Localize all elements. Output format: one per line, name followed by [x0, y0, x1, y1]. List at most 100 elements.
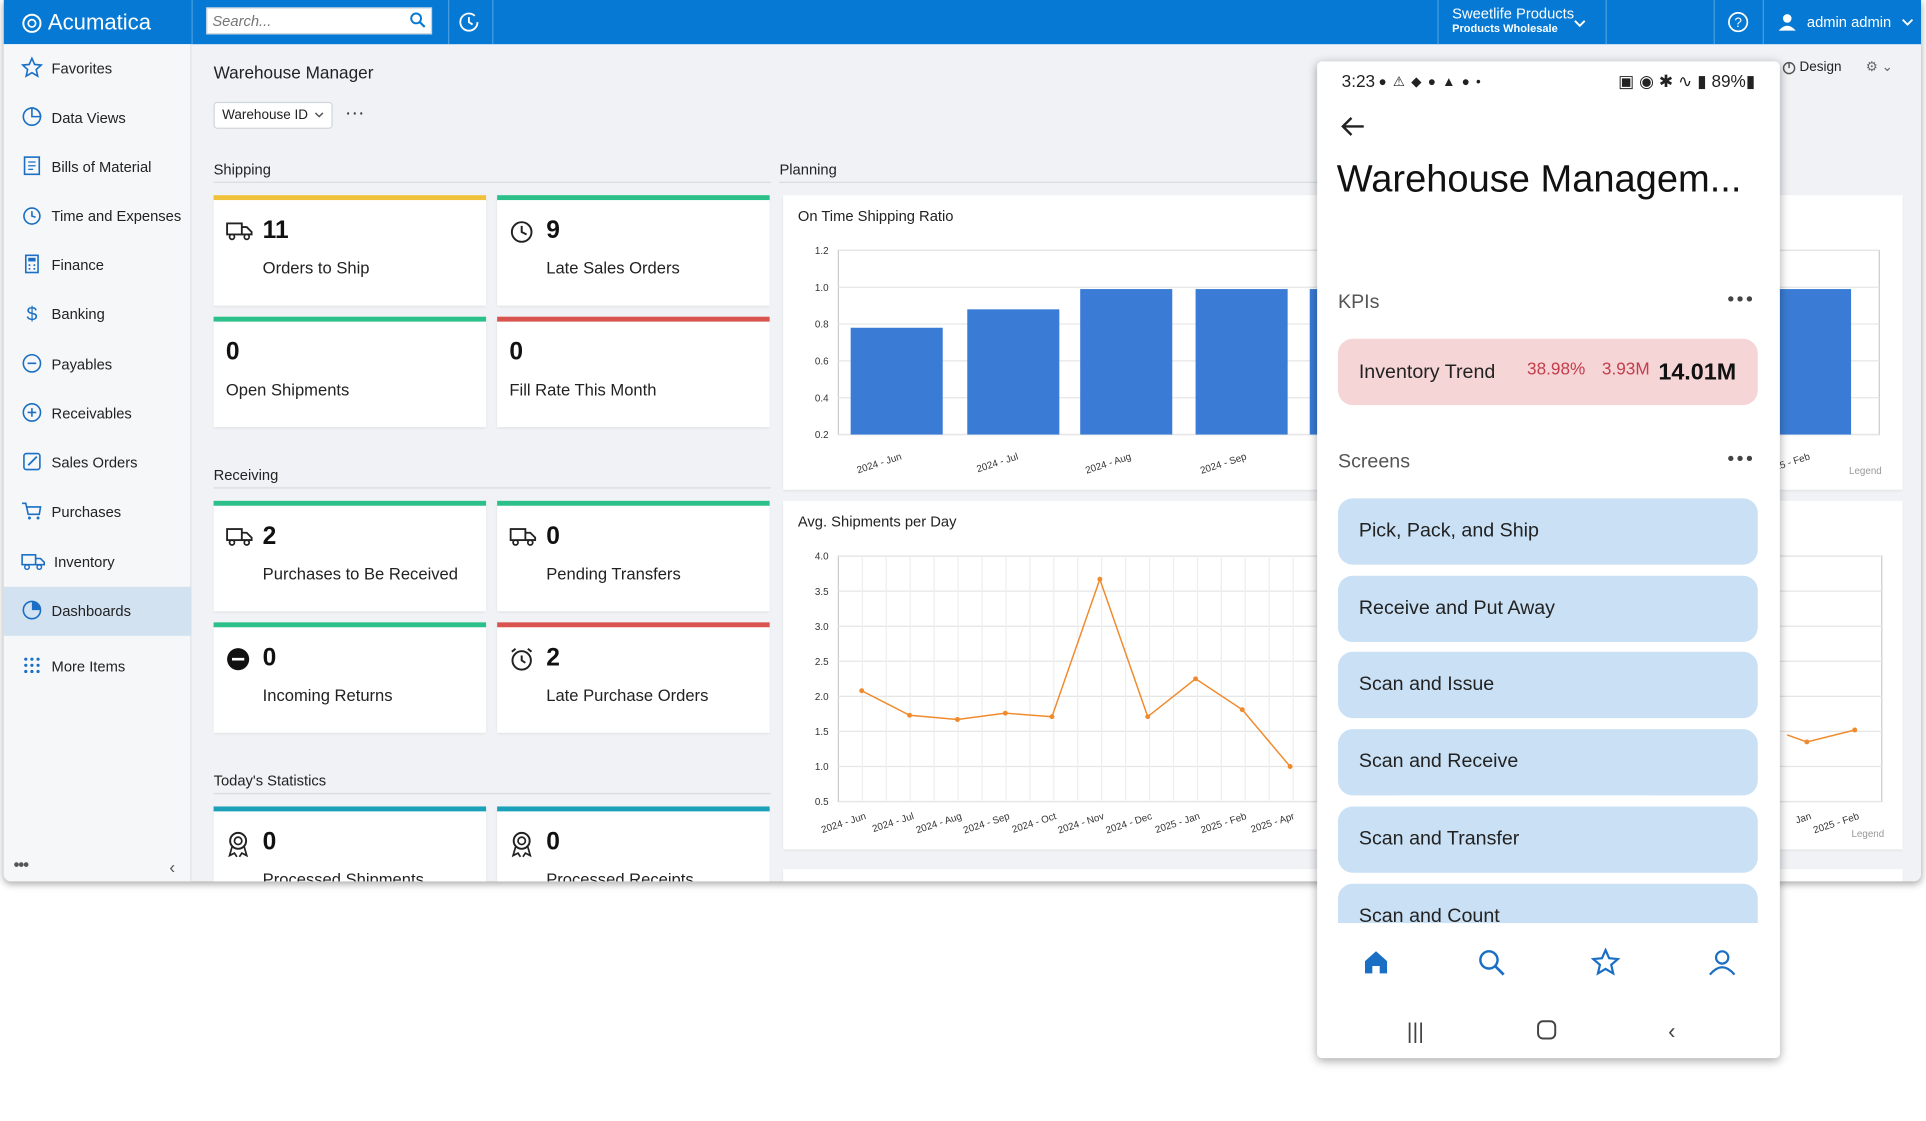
kpi-card-purchases-to-be-received[interactable]: 2 Purchases to Be Received [213, 500, 487, 612]
kpi-card-pending-transfers[interactable]: 0 Pending Transfers [497, 500, 770, 612]
kpi-inventory-trend[interactable]: Inventory Trend 38.98% 3.93M 14.01M [1337, 338, 1758, 406]
kpi-card-incoming-returns[interactable]: 0 Incoming Returns [213, 622, 487, 733]
sidebar-item-time-and-expenses[interactable]: Time and Expenses [4, 191, 192, 240]
sidebar-item-purchases[interactable]: Purchases [4, 487, 192, 536]
back-arrow-icon[interactable] [1339, 113, 1366, 146]
company-branch: Products Wholesale [1452, 22, 1558, 35]
kpi-card-late-purchase-orders[interactable]: 2 Late Purchase Orders [497, 622, 770, 733]
section-planning: Planning [779, 160, 837, 178]
sidebar-item-dashboards[interactable]: Dashboards [3, 586, 192, 636]
warehouse-filter-label: Warehouse ID [222, 108, 308, 123]
data-point [859, 688, 865, 694]
chevron-down-icon[interactable] [1572, 15, 1587, 37]
search-icon[interactable] [1477, 948, 1506, 984]
x-tick-label: 2025 - Apr [1249, 811, 1296, 836]
truck-icon [226, 525, 253, 553]
screen-item-receive-and-put-away[interactable]: Receive and Put Away [1337, 575, 1758, 642]
truck-icon [509, 525, 537, 553]
sidebar-item-receivables[interactable]: Receivables [4, 389, 192, 438]
screens-more-icon[interactable]: ••• [1727, 449, 1755, 471]
design-button[interactable]: Design [1782, 60, 1842, 75]
x-tick-label: Jan [1794, 811, 1812, 826]
sidebar-item-finance[interactable]: Finance [4, 241, 192, 290]
sidebar-item-label: Data Views [51, 109, 126, 127]
sidebar-item-banking[interactable]: $ Banking [4, 290, 192, 339]
kpi-card-open-shipments[interactable]: 0 Open Shipments [213, 316, 487, 428]
search-input[interactable] [207, 8, 404, 34]
kpi-card-processed-shipments[interactable]: 0 Processed Shipments [213, 806, 487, 882]
screen-item-scan-and-issue[interactable]: Scan and Issue [1337, 652, 1758, 719]
sidebar-item-favorites[interactable]: Favorites [4, 44, 192, 93]
screen-item-scan-and-transfer[interactable]: Scan and Transfer [1337, 806, 1758, 873]
card-value: 2 [546, 644, 560, 672]
acumatica-logo[interactable]: Acumatica [21, 10, 151, 36]
user-menu[interactable]: admin admin [1777, 12, 1913, 32]
truck-icon [21, 549, 46, 575]
x-tick-label: 2024 - Sep [962, 811, 1012, 836]
x-tick-label: 2024 - Jun [856, 451, 904, 476]
chart-legend: Legend [1851, 829, 1884, 840]
home-button-icon[interactable] [1536, 1019, 1558, 1047]
home-icon[interactable] [1361, 948, 1390, 984]
clock-icon [21, 203, 43, 229]
y-tick-label: 0.2 [815, 430, 829, 441]
pencil-icon [21, 450, 43, 476]
sidebar-more-icon[interactable]: ••• [14, 854, 30, 874]
search-box[interactable] [206, 7, 433, 35]
sidebar-item-label: Dashboards [51, 602, 131, 620]
screen-item-scan-and-receive[interactable]: Scan and Receive [1337, 729, 1758, 796]
sidebar-item-more-items[interactable]: More Items [4, 642, 192, 691]
section-receiving: Receiving [213, 466, 279, 484]
card-label: Purchases to Be Received [262, 564, 458, 584]
logo-text: Acumatica [47, 9, 152, 35]
kpi-delta: 3.93M [1601, 358, 1650, 379]
screen-item-pick-pack-and-ship[interactable]: Pick, Pack, and Ship [1337, 498, 1758, 565]
gear-icon[interactable]: ⚙ ⌄ [1866, 59, 1893, 75]
profile-icon[interactable] [1707, 948, 1736, 984]
sidebar-item-bills-of-material[interactable]: Bills of Material [4, 142, 192, 191]
sidebar-item-label: Purchases [51, 503, 122, 521]
kpis-heading: KPIs [1337, 292, 1380, 314]
help-icon[interactable]: ? [1727, 11, 1749, 39]
section-todays-statistics: Today's Statistics [213, 772, 327, 790]
card-value: 2 [262, 522, 277, 550]
data-point [1049, 714, 1055, 720]
data-point [1097, 576, 1103, 582]
x-tick-label: 2024 - Oct [1011, 811, 1058, 836]
back-button-icon[interactable]: ‹ [1668, 1019, 1675, 1045]
card-label: Processed Receipts [546, 870, 694, 882]
bar [967, 309, 1060, 435]
warehouse-id-filter[interactable]: Warehouse ID [213, 101, 333, 129]
card-value: 0 [262, 828, 277, 856]
y-tick-label: 1.5 [815, 727, 829, 738]
x-tick-label: 2024 - Jul [975, 451, 1019, 475]
sidebar-item-payables[interactable]: Payables [4, 340, 192, 389]
kpi-card-orders-to-ship[interactable]: 11 Orders to Ship [213, 195, 487, 306]
search-icon[interactable] [409, 11, 426, 34]
data-point [1002, 710, 1008, 716]
sidebar-item-sales-orders[interactable]: Sales Orders [4, 438, 192, 487]
badge-icon [226, 831, 251, 864]
kpi-card-fill-rate-this-month[interactable]: 0 Fill Rate This Month [497, 316, 770, 428]
kpi-card-late-sales-orders[interactable]: 9 Late Sales Orders [497, 195, 770, 306]
star-icon[interactable] [1590, 947, 1621, 984]
x-tick-label: 2025 - Feb [1200, 811, 1249, 836]
recent-apps-icon[interactable]: ||| [1407, 1019, 1424, 1045]
chart-legend: Legend [1849, 466, 1882, 477]
sidebar-item-inventory[interactable]: Inventory [4, 538, 192, 587]
bar [850, 327, 943, 435]
kpi-percent: 38.98% [1527, 358, 1586, 379]
y-tick-label: 0.8 [815, 320, 829, 331]
company-selector[interactable]: Sweetlife Products Products Wholesale [1452, 6, 1574, 35]
history-icon[interactable] [458, 11, 480, 39]
sidebar-item-label: Receivables [51, 405, 132, 423]
more-options-icon[interactable]: ··· [345, 103, 365, 125]
sidebar-item-data-views[interactable]: Data Views [4, 93, 192, 142]
sidebar-item-label: Banking [51, 305, 105, 323]
card-value: 0 [509, 338, 524, 366]
kpi-card-processed-receipts[interactable]: 0 Processed Receipts [497, 806, 770, 882]
svg-text:$: $ [26, 303, 37, 324]
design-icon [1782, 61, 1796, 74]
kpis-more-icon[interactable]: ••• [1727, 290, 1755, 312]
collapse-sidebar-icon[interactable]: ‹ [169, 857, 175, 877]
